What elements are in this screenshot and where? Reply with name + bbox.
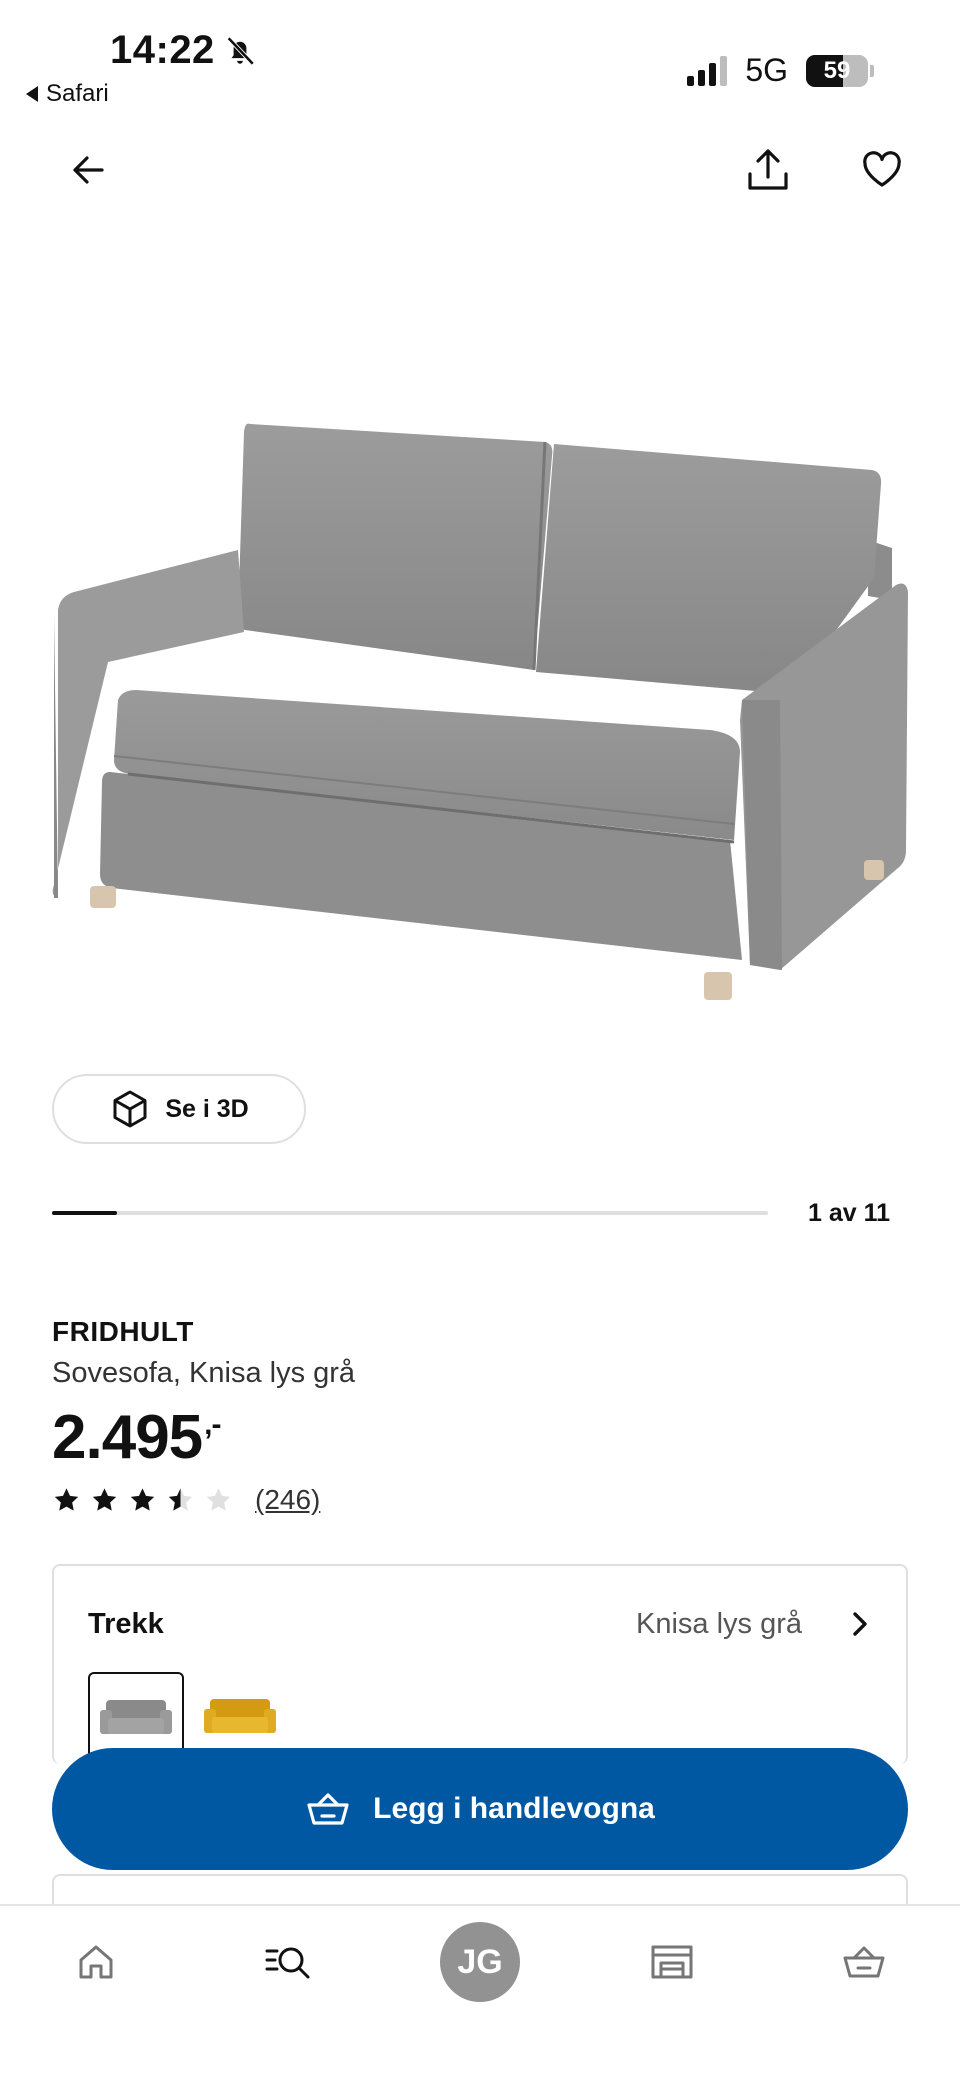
cube-icon [113, 1090, 147, 1128]
image-carousel-progress-fill [52, 1211, 118, 1215]
share-icon [748, 149, 788, 190]
product-name: FRIDHULT [52, 1316, 194, 1347]
store-icon [651, 1945, 693, 1979]
view-3d-label: Se i 3D [165, 1094, 249, 1123]
sofa-yellow-thumbnail [204, 1699, 276, 1733]
rating-star-icon [168, 1487, 193, 1511]
add-to-cart-button[interactable]: Legg i handlevogna [52, 1748, 908, 1870]
nav-cart[interactable] [824, 1906, 904, 2018]
home-icon [79, 1945, 113, 1979]
safari-back-label: Safari [46, 80, 109, 107]
rating-stars [52, 1486, 233, 1515]
share-button[interactable] [738, 140, 798, 200]
rating-star-icon [92, 1487, 117, 1511]
image-carousel-progress [52, 1211, 768, 1215]
product-description: Sovesofa, Knisa lys grå [52, 1357, 356, 1389]
rating-star-icon [206, 1487, 231, 1511]
cover-selected-value: Knisa lys grå [635, 1608, 802, 1640]
product-price: 2.495 ,- [52, 1402, 222, 1473]
status-indicators: 5G 59 [687, 52, 874, 89]
bell-slash-icon [226, 36, 255, 65]
back-triangle-icon [26, 86, 38, 102]
safari-back-link[interactable]: Safari [26, 80, 109, 108]
nav-home[interactable] [56, 1906, 136, 2018]
nav-search[interactable] [248, 1906, 328, 2018]
status-time: 14:22 [110, 28, 257, 73]
rating-star-icon [130, 1487, 155, 1511]
product-image[interactable] [40, 400, 920, 1040]
bottom-navigation: JG [0, 1904, 960, 2086]
add-to-cart-label: Legg i handlevogna [373, 1792, 655, 1825]
chevron-right-icon[interactable] [844, 1608, 876, 1640]
cover-selector-card[interactable]: Trekk Knisa lys grå [52, 1564, 908, 1764]
nav-profile-avatar[interactable]: JG [440, 1922, 520, 2002]
search-list-icon [265, 1947, 310, 1979]
cover-title: Trekk [88, 1608, 164, 1640]
battery-icon: 59 [806, 54, 874, 87]
view-3d-button[interactable]: Se i 3D [52, 1074, 306, 1144]
back-button[interactable] [58, 140, 118, 200]
rating-star-icon [54, 1487, 79, 1511]
product-page: 14:22 Safari 5G 59 Se i 3D 1 av 11 FRIDH… [0, 0, 960, 2086]
product-rating[interactable]: (246) [52, 1484, 320, 1516]
favorite-button[interactable] [852, 140, 912, 200]
network-type: 5G [745, 52, 788, 88]
next-section-card [52, 1874, 908, 1904]
status-time-text: 14:22 [110, 28, 215, 72]
basket-icon [307, 1793, 349, 1825]
nav-store[interactable] [632, 1906, 712, 2018]
image-counter: 1 av 11 [807, 1199, 890, 1227]
heart-icon [863, 151, 901, 187]
battery-percent: 59 [823, 56, 851, 84]
price-value: 2.495 [52, 1403, 203, 1472]
arrow-left-icon [73, 156, 104, 184]
review-count-link[interactable]: (246) [255, 1484, 320, 1516]
sofa-grey-thumbnail [100, 1700, 172, 1734]
price-suffix: ,- [204, 1408, 221, 1441]
cellular-signal-icon [687, 55, 728, 86]
basket-icon [843, 1946, 885, 1978]
